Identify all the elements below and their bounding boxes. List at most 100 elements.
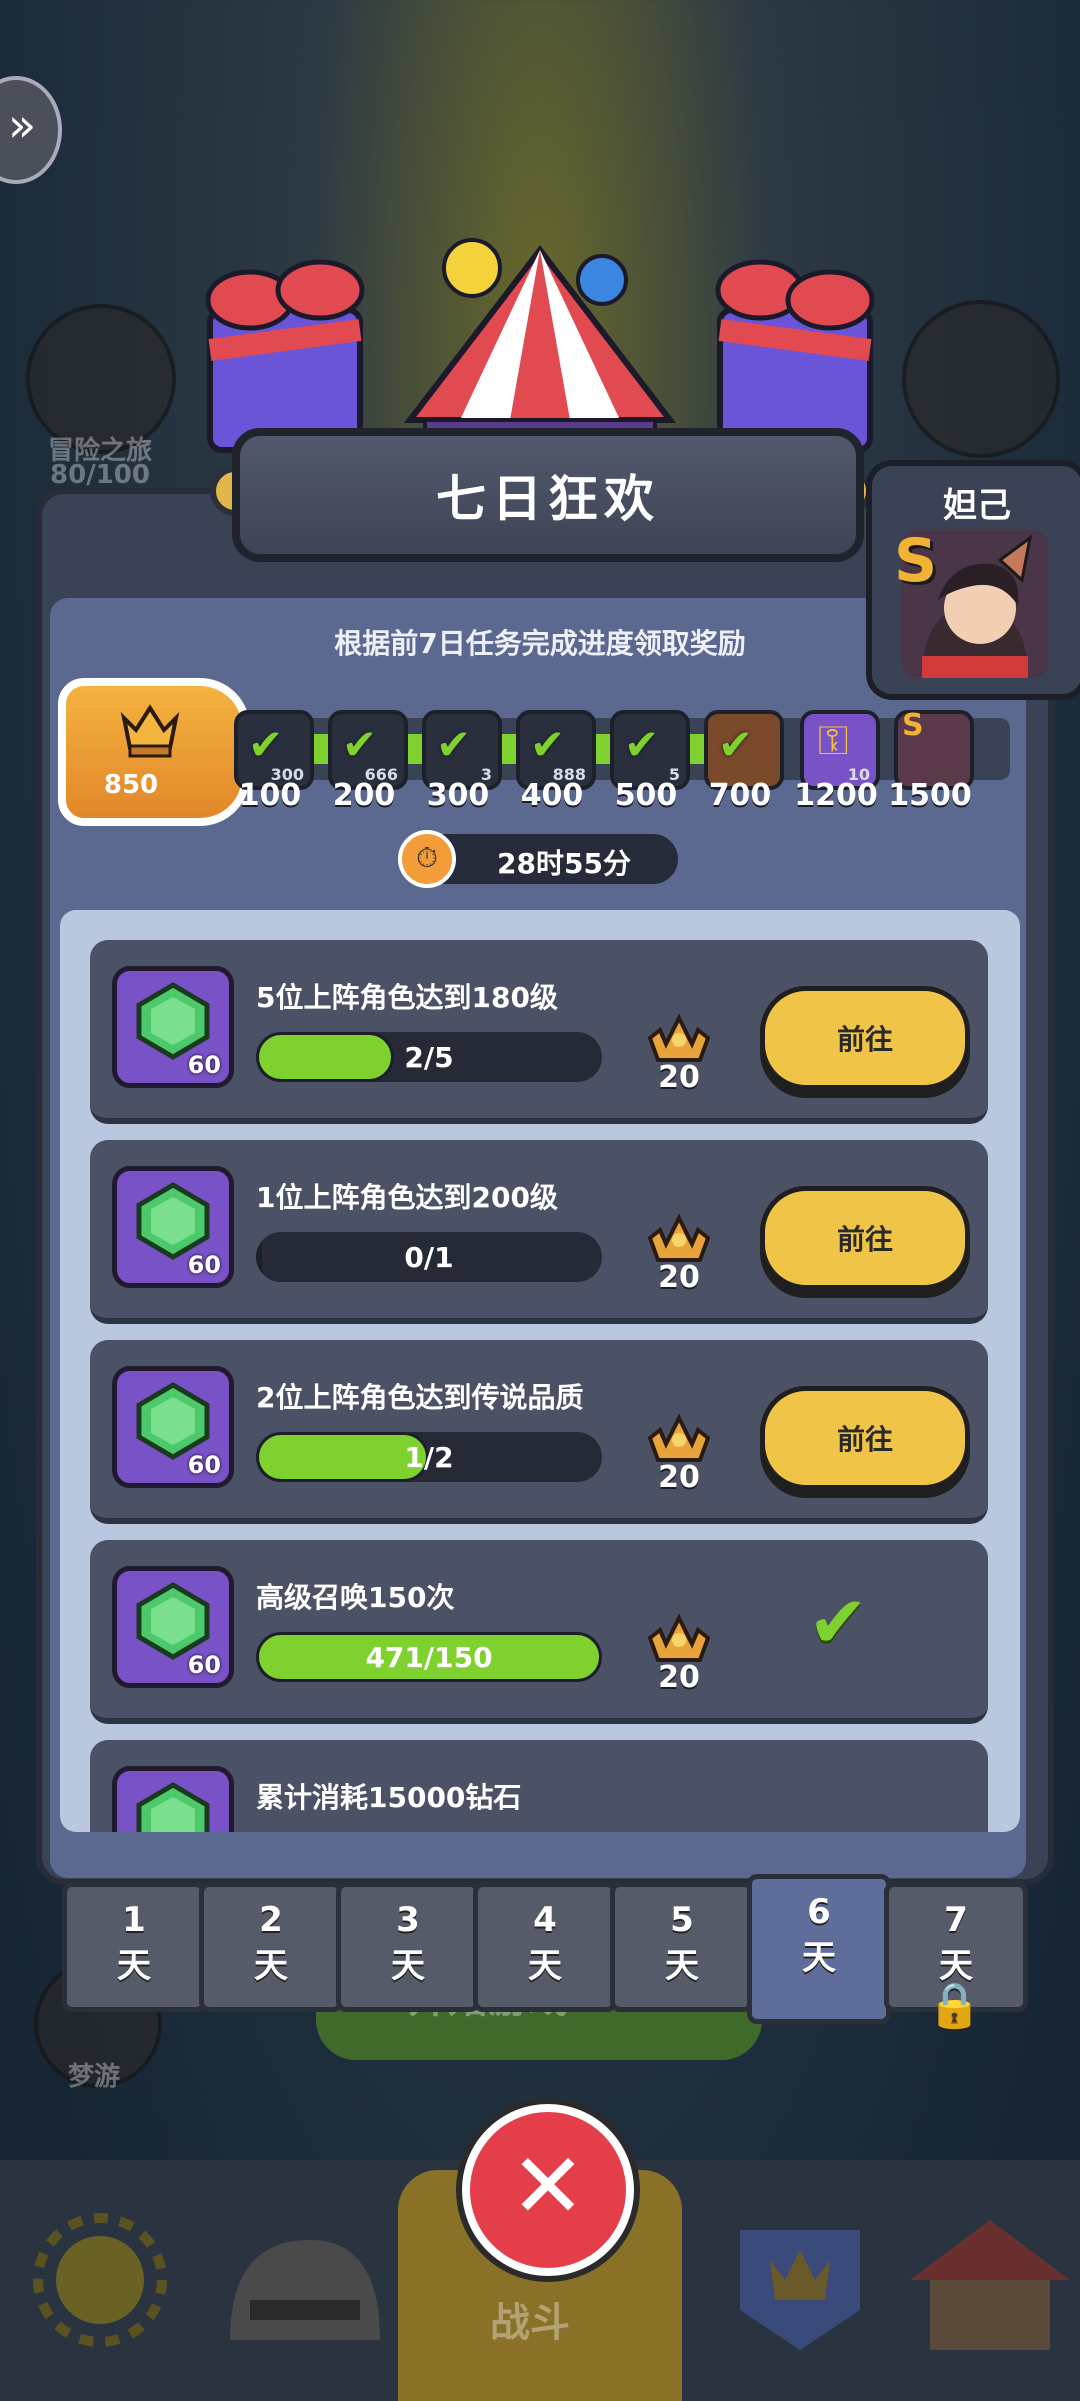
day-unit: 天 (391, 1946, 425, 1986)
emerald-gem-icon (136, 982, 210, 1060)
reward-subtitle: 根据前7日任务完成进度领取奖励 (334, 627, 746, 660)
task-row: 60 1位上阵角色达到200级 0/1 20 前往 (90, 1140, 988, 1324)
reward-points-value: 20 (658, 1460, 700, 1495)
gem-count: 60 (187, 1451, 221, 1479)
milestone-label: 100 (238, 778, 302, 813)
collapse-arrow-button[interactable]: » (0, 76, 62, 184)
day-unit: 天 (802, 1938, 836, 1978)
task-row: 60 累计消耗15000钻石 (90, 1740, 988, 1832)
checkmark-icon: ✔ (436, 720, 472, 769)
adventure-progress: 80/100 (50, 460, 150, 490)
task-progress-bar: 2/5 (256, 1032, 602, 1082)
day-unit: 天 (117, 1946, 151, 1986)
day-tab-7[interactable]: 7 天 🔒 (884, 1882, 1028, 2029)
crown-points-icon (647, 1413, 711, 1462)
gem-count: 60 (187, 1251, 221, 1279)
emerald-gem-icon (136, 1782, 210, 1832)
checkmark-icon: ✔ (342, 720, 378, 769)
gem-reward: 60 (112, 1766, 234, 1832)
reward-points-value: 20 (658, 1660, 700, 1695)
task-row: 60 高级召唤150次 471/150 20 ✔ (90, 1540, 988, 1724)
character-name: 妲己 (943, 486, 1011, 526)
task-progress-text: 2/5 (404, 1041, 454, 1074)
task-list[interactable]: 60 5位上阵角色达到180级 2/5 20 前往 60 1位上阵角色达到200级 0/1 20… (60, 910, 1020, 1832)
task-title: 高级召唤150次 (256, 1581, 455, 1614)
milestone-label: 300 (426, 778, 490, 813)
gem-reward: 60 (112, 1166, 234, 1288)
milestone-label: 1500 (888, 778, 972, 813)
day-number: 4 (533, 1900, 557, 1940)
character-shard-icon: S (902, 708, 924, 743)
task-progress-bar: 1/2 (256, 1432, 602, 1482)
crown-points-icon (647, 1613, 711, 1662)
countdown-timer: ⏱ 28时55分 (398, 830, 678, 888)
completed-check-icon: ✔ (808, 1580, 869, 1664)
gem-reward: 60 (112, 966, 234, 1088)
go-button[interactable]: 前往 (760, 1186, 970, 1290)
page-title: 七日狂欢 (232, 428, 864, 562)
day-tab-1[interactable]: 1天 (62, 1882, 206, 2012)
milestone-label: 200 (332, 778, 396, 813)
task-points-reward: 20 (634, 1610, 724, 1695)
points-value: 850 (103, 770, 159, 800)
gem-count: 60 (187, 1051, 221, 1079)
day-number: 5 (670, 1900, 694, 1940)
sun-nav-icon[interactable] (20, 2190, 200, 2370)
checkmark-icon: ✔ (624, 720, 660, 769)
crown-icon (120, 704, 180, 758)
milestone-label: 400 (520, 778, 584, 813)
countdown-text: 28时55分 (497, 847, 631, 880)
task-progress-bar: 0/1 (256, 1232, 602, 1282)
dice-game-icon[interactable] (902, 300, 1060, 458)
emerald-gem-icon (136, 1182, 210, 1260)
gem-reward: 60 (112, 1566, 234, 1688)
task-title: 2位上阵角色达到传说品质 (256, 1381, 584, 1414)
day-tab-4[interactable]: 4天 (473, 1882, 617, 2012)
task-points-reward: 20 (634, 1210, 724, 1295)
crown-points-icon (647, 1213, 711, 1262)
close-button[interactable]: ✕ (462, 2104, 634, 2276)
day-unit: 天 (665, 1946, 699, 1986)
go-button[interactable]: 前往 (760, 986, 970, 1090)
day-unit: 天 (528, 1946, 562, 1986)
gem-reward: 60 (112, 1366, 234, 1488)
character-rank-badge: S (894, 526, 938, 596)
shop-nav-icon[interactable] (900, 2190, 1080, 2370)
checkmark-icon: ✔ (248, 720, 284, 769)
emerald-gem-icon (136, 1382, 210, 1460)
close-icon: ✕ (510, 2134, 586, 2239)
guild-nav-icon[interactable] (710, 2190, 890, 2370)
day-number: 1 (122, 1900, 146, 1940)
go-button[interactable]: 前往 (760, 1386, 970, 1490)
day-tab-2[interactable]: 2天 (199, 1882, 343, 2012)
reward-points-value: 20 (658, 1060, 700, 1095)
crown-points-icon (647, 1013, 711, 1062)
task-progress-text: 0/1 (404, 1241, 454, 1274)
task-progress-bar: 471/150 (256, 1632, 602, 1682)
key-icon: ⚿ (818, 718, 849, 764)
clock-icon: ⏱ (398, 830, 456, 888)
featured-character-card[interactable]: 妲己 S (866, 460, 1080, 700)
task-title: 1位上阵角色达到200级 (256, 1181, 558, 1214)
helmet-nav-icon[interactable] (210, 2190, 390, 2370)
carnival-banner-art (205, 238, 875, 460)
task-points-reward: 20 (634, 1410, 724, 1495)
day-number: 2 (259, 1900, 283, 1940)
task-progress-text: 1/2 (404, 1441, 454, 1474)
lock-icon: 🔒 (927, 1980, 982, 2031)
day-tab-3[interactable]: 3天 (336, 1882, 480, 2012)
milestone-label: 1200 (794, 778, 878, 813)
day-tab-5[interactable]: 5天 (610, 1882, 754, 2012)
milestone-label: 700 (708, 778, 772, 813)
day-number: 3 (396, 1900, 420, 1940)
double-chevron-icon: » (8, 98, 37, 152)
day-unit: 天 (254, 1946, 288, 1986)
task-points-reward: 20 (634, 1010, 724, 1095)
task-title: 累计消耗15000钻石 (256, 1781, 522, 1814)
task-row: 60 5位上阵角色达到180级 2/5 20 前往 (90, 940, 988, 1124)
emerald-gem-icon (136, 1582, 210, 1660)
checkmark-icon: ✔ (718, 720, 754, 769)
day-tab-6[interactable]: 6天 (747, 1874, 891, 2024)
day-number: 6 (807, 1892, 831, 1932)
checkmark-icon: ✔ (530, 720, 566, 769)
